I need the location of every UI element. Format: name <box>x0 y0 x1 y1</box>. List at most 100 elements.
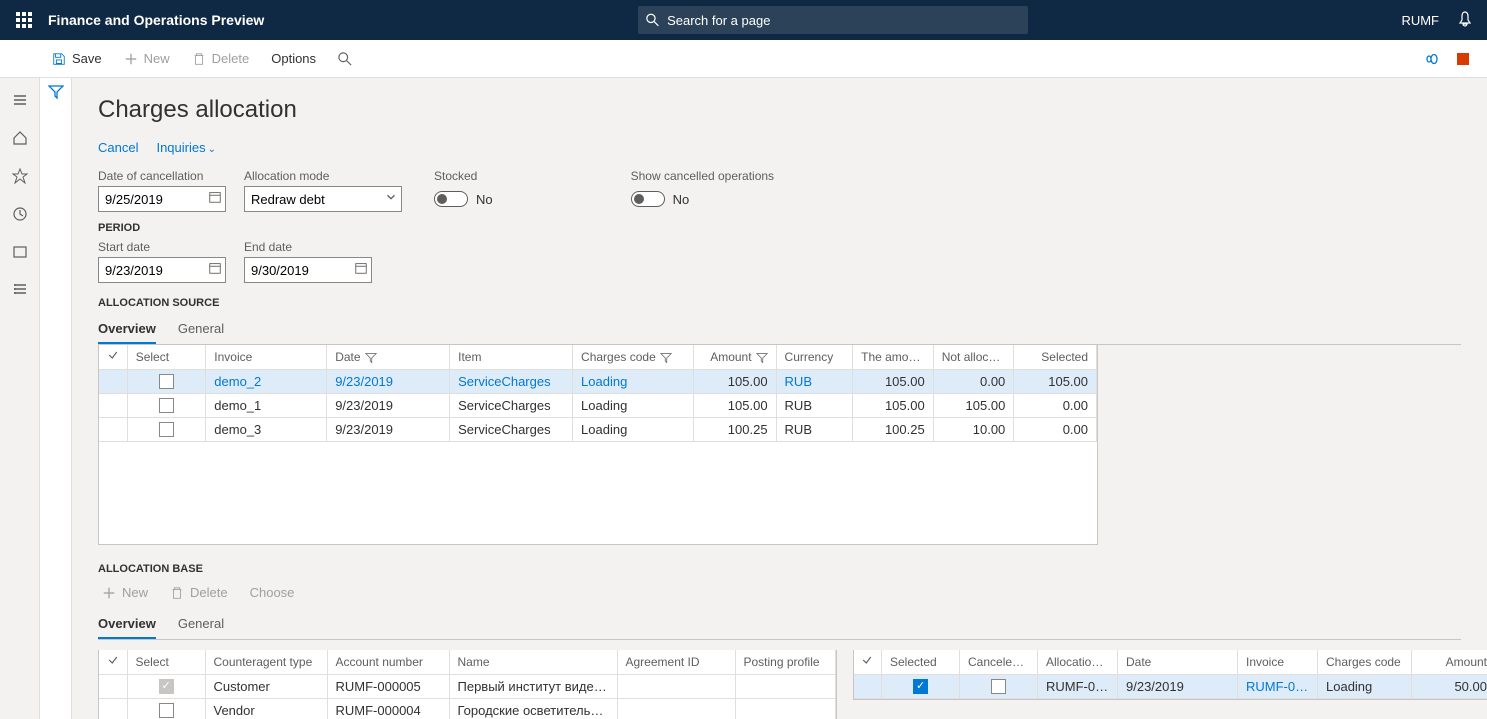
date-cancel-input[interactable] <box>98 186 226 212</box>
col-charges[interactable]: Charges code <box>573 345 694 369</box>
col-alloc-tran[interactable]: Allocation tran... <box>1038 650 1118 674</box>
row-marker[interactable] <box>99 674 127 698</box>
row-checkbox[interactable] <box>159 398 174 413</box>
table-row[interactable]: demo_39/23/2019ServiceChargesLoading100.… <box>99 417 1097 441</box>
row-marker[interactable] <box>99 698 127 719</box>
save-button[interactable]: Save <box>42 46 112 71</box>
filter-icon[interactable] <box>48 84 64 100</box>
stocked-toggle[interactable] <box>434 191 468 207</box>
stocked-label: Stocked <box>434 169 493 183</box>
show-cancelled-toggle[interactable] <box>631 191 665 207</box>
col-amount-in[interactable]: The amount in ... <box>853 345 934 369</box>
cell-selected: 105.00 <box>1014 369 1097 393</box>
col-charges[interactable]: Charges code <box>1318 650 1412 674</box>
col-mark[interactable] <box>99 650 127 674</box>
cell-currency: RUB <box>776 369 853 393</box>
cell-date: 9/23/2019 <box>1118 674 1238 698</box>
filter-icon <box>365 352 377 364</box>
start-date-label: Start date <box>98 240 226 254</box>
cancel-link[interactable]: Cancel <box>98 140 138 155</box>
end-date-input[interactable] <box>244 257 372 283</box>
hamburger-icon[interactable] <box>4 86 36 114</box>
tab-overview[interactable]: Overview <box>98 610 156 639</box>
home-icon[interactable] <box>4 124 36 152</box>
base-new-button[interactable]: New <box>98 583 152 602</box>
office-icon[interactable] <box>1455 51 1471 67</box>
col-canceled[interactable]: Canceled <box>960 650 1038 674</box>
col-date[interactable]: Date <box>1118 650 1238 674</box>
delete-label: Delete <box>212 51 250 66</box>
alloc-source-grid: Select Invoice Date Item Charges code Am… <box>98 345 1098 545</box>
stocked-value: No <box>476 192 493 207</box>
row-checkbox[interactable] <box>159 422 174 437</box>
user-name[interactable]: RUMF <box>1401 13 1439 28</box>
new-button[interactable]: New <box>114 46 180 71</box>
cell-agreement <box>617 674 735 698</box>
table-row[interactable]: RUMF-0000289/23/2019RUMF-000028Loading50… <box>854 674 1487 698</box>
col-name[interactable]: Name <box>449 650 617 674</box>
search-box[interactable] <box>638 6 1028 34</box>
cell-date: 9/23/2019 <box>327 393 450 417</box>
col-ctype[interactable]: Counteragent type <box>205 650 327 674</box>
show-cancelled-label: Show cancelled operations <box>631 169 774 183</box>
col-account[interactable]: Account number <box>327 650 449 674</box>
col-date[interactable]: Date <box>327 345 450 369</box>
delete-button[interactable]: Delete <box>182 46 260 71</box>
cell-amount: 105.00 <box>693 393 776 417</box>
col-invoice[interactable]: Invoice <box>1238 650 1318 674</box>
base-choose-button[interactable]: Choose <box>246 583 299 602</box>
table-row[interactable]: demo_19/23/2019ServiceChargesLoading105.… <box>99 393 1097 417</box>
col-posting[interactable]: Posting profile <box>735 650 835 674</box>
col-mark[interactable] <box>854 650 882 674</box>
cell-date: 9/23/2019 <box>327 369 450 393</box>
table-row[interactable]: demo_29/23/2019ServiceChargesLoading105.… <box>99 369 1097 393</box>
col-mark[interactable] <box>99 345 127 369</box>
tab-overview[interactable]: Overview <box>98 315 156 344</box>
search-input[interactable] <box>667 13 1020 28</box>
cell-amount-in: 105.00 <box>853 369 934 393</box>
alloc-mode-label: Allocation mode <box>244 169 402 183</box>
cell-posting <box>735 698 835 719</box>
waffle-icon[interactable] <box>8 4 40 36</box>
row-checkbox[interactable] <box>991 679 1006 694</box>
cell-amount-in: 105.00 <box>853 393 934 417</box>
cell-name: Первый институт видео и звука <box>449 674 617 698</box>
col-not-alloc[interactable]: Not allocated <box>933 345 1014 369</box>
row-checkbox[interactable] <box>913 679 928 694</box>
col-selected[interactable]: Selected <box>882 650 960 674</box>
options-button[interactable]: Options <box>261 46 326 71</box>
attach-icon[interactable] <box>1423 51 1439 67</box>
page-title: Charges allocation <box>98 96 1461 124</box>
row-checkbox[interactable] <box>159 679 174 694</box>
notifications-icon[interactable] <box>1457 11 1473 30</box>
row-checkbox[interactable] <box>159 703 174 718</box>
cell-account: RUMF-000004 <box>327 698 449 719</box>
start-date-input[interactable] <box>98 257 226 283</box>
col-agreement[interactable]: Agreement ID <box>617 650 735 674</box>
table-row[interactable]: CustomerRUMF-000005Первый институт видео… <box>99 674 835 698</box>
col-select[interactable]: Select <box>127 650 205 674</box>
alloc-mode-input[interactable] <box>244 186 402 212</box>
workspace-icon[interactable] <box>4 238 36 266</box>
col-select[interactable]: Select <box>127 345 206 369</box>
col-amount[interactable]: Amount <box>1412 650 1487 674</box>
base-delete-button[interactable]: Delete <box>166 583 232 602</box>
cell-selected: 0.00 <box>1014 393 1097 417</box>
cell-currency: RUB <box>776 393 853 417</box>
row-checkbox[interactable] <box>159 374 174 389</box>
cell-invoice: demo_1 <box>206 393 327 417</box>
col-currency[interactable]: Currency <box>776 345 853 369</box>
table-row[interactable]: VendorRUMF-000004Городские осветительные… <box>99 698 835 719</box>
col-selected[interactable]: Selected <box>1014 345 1097 369</box>
col-item[interactable]: Item <box>450 345 573 369</box>
modules-icon[interactable] <box>4 276 36 304</box>
tab-general[interactable]: General <box>178 315 224 344</box>
star-icon[interactable] <box>4 162 36 190</box>
inquiries-link[interactable]: Inquiries⌄ <box>156 140 216 155</box>
recent-icon[interactable] <box>4 200 36 228</box>
col-amount[interactable]: Amount <box>693 345 776 369</box>
tab-general[interactable]: General <box>178 610 224 639</box>
col-invoice[interactable]: Invoice <box>206 345 327 369</box>
alloc-base-right-grid: Selected Canceled Allocation tran... Dat… <box>853 650 1487 700</box>
search-action-button[interactable] <box>328 47 362 71</box>
